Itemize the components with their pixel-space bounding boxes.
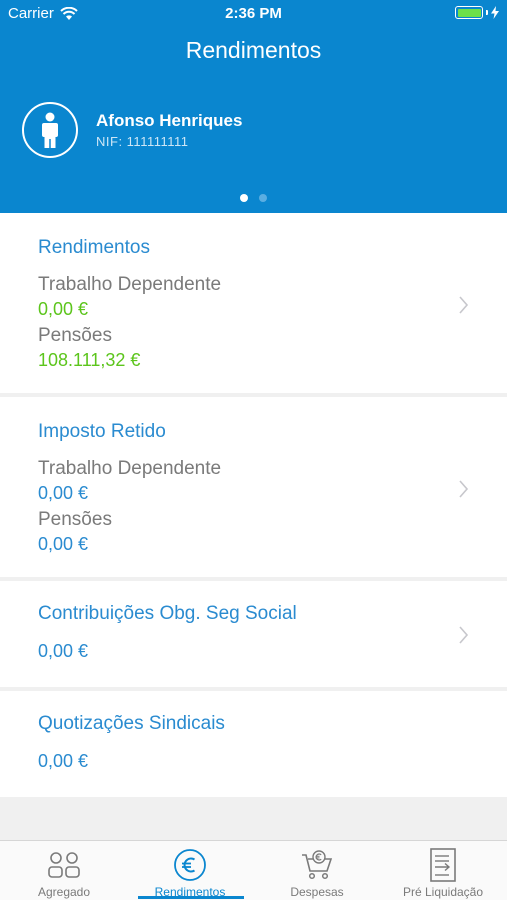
row-value: 0,00 €: [38, 483, 89, 503]
tab-pre-liquidacao[interactable]: Pré Liquidação: [380, 841, 506, 900]
quotizacoes-card[interactable]: Quotizações Sindicais 0,00 €: [0, 691, 507, 797]
rendimentos-card[interactable]: Rendimentos Trabalho Dependente 0,00 € P…: [0, 213, 507, 393]
row-label: Trabalho Dependente: [38, 274, 222, 295]
page-dot-1[interactable]: [240, 194, 248, 202]
page-title: Rendimentos: [185, 37, 322, 63]
active-tab-indicator: [138, 896, 244, 899]
tab-bar: Agregado Rendimentos Despesas Pré Liquid…: [0, 840, 507, 900]
row-value: 0,00 €: [38, 534, 89, 554]
chevron-right-icon: [459, 626, 469, 644]
person-icon: [42, 112, 58, 148]
imposto-retido-card[interactable]: Imposto Retido Trabalho Dependente 0,00 …: [0, 397, 507, 577]
tab-agregado[interactable]: Agregado: [1, 841, 127, 900]
clock: 2:36 PM: [225, 5, 282, 22]
card-title: Rendimentos: [38, 237, 150, 258]
status-bar: Carrier 2:36 PM: [0, 0, 507, 28]
tab-label: Despesas: [290, 885, 344, 899]
avatar: [22, 102, 78, 158]
card-title: Imposto Retido: [38, 421, 166, 442]
chevron-right-icon: [459, 480, 469, 498]
people-icon: [48, 852, 80, 878]
page-dot-2[interactable]: [259, 194, 267, 202]
tab-label: Pré Liquidação: [402, 885, 484, 899]
battery-icon: [455, 6, 483, 19]
euro-icon: [174, 849, 206, 881]
contribuicoes-card[interactable]: Contribuições Obg. Seg Social 0,00 €: [0, 581, 507, 687]
tab-despesas[interactable]: Despesas: [254, 841, 380, 900]
card-title: Contribuições Obg. Seg Social: [38, 603, 297, 624]
document-icon: [430, 848, 456, 882]
row-label: Trabalho Dependente: [38, 458, 222, 479]
charging-icon: [491, 6, 499, 19]
user-profile[interactable]: Afonso Henriques NIF: 111111111: [22, 102, 242, 158]
row-value: 0,00 €: [38, 751, 89, 771]
tab-label: Agregado: [37, 885, 91, 899]
row-value: 0,00 €: [38, 299, 89, 319]
row-label: Pensões: [38, 509, 112, 530]
user-nif: NIF: 111111111: [96, 134, 189, 149]
page-indicator[interactable]: [0, 194, 507, 202]
row-label: Pensões: [38, 325, 112, 346]
row-value: 108.111,32 €: [38, 350, 141, 370]
battery-indicator: [455, 6, 499, 19]
card-title: Quotizações Sindicais: [38, 713, 225, 734]
header: Carrier 2:36 PM Rendimentos Afonso Henri…: [0, 0, 507, 213]
row-value: 0,00 €: [38, 641, 89, 661]
user-name: Afonso Henriques: [96, 111, 243, 130]
tab-rendimentos[interactable]: Rendimentos: [127, 841, 253, 900]
cart-icon: [302, 850, 333, 880]
chevron-right-icon: [459, 296, 469, 314]
